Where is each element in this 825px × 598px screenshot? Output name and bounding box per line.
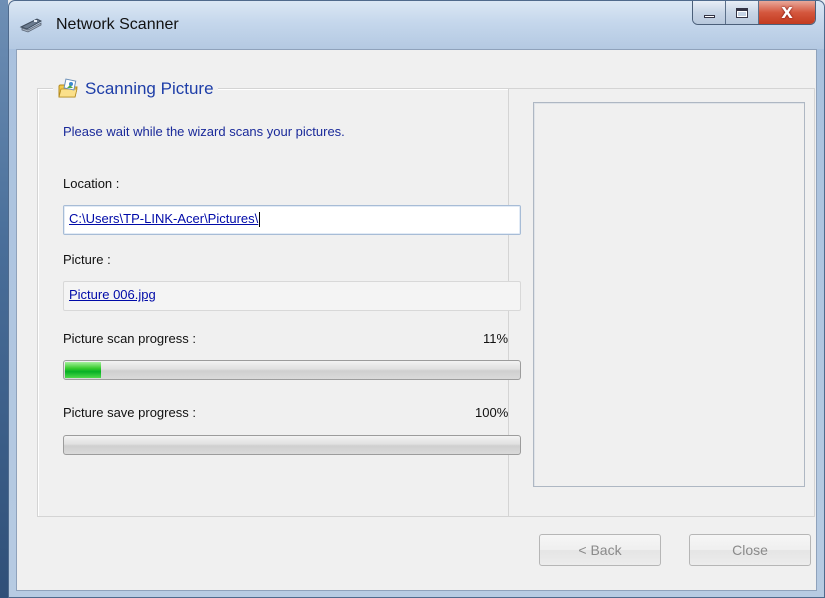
save-progress-percent: 100% [475, 405, 509, 420]
picture-label: Picture : [63, 252, 111, 267]
scan-progress-bar [63, 360, 521, 380]
maximize-button[interactable] [726, 1, 759, 24]
window-title: Network Scanner [56, 16, 179, 33]
save-progress-bar [63, 435, 521, 455]
maximize-icon [736, 7, 748, 18]
scan-progress-percent: 11% [483, 331, 509, 346]
picture-preview-pane [533, 102, 805, 487]
wizard-client-area: Scanning Picture Please wait while the w… [16, 49, 817, 591]
desktop-background [0, 0, 8, 598]
section-header: Scanning Picture [53, 78, 218, 100]
text-caret [259, 212, 261, 228]
scan-progress-fill [65, 362, 101, 378]
close-icon: X [781, 3, 793, 22]
section-title: Scanning Picture [85, 79, 214, 98]
folder-picture-icon [58, 78, 78, 98]
minimize-icon [703, 15, 715, 18]
save-progress-label: Picture save progress : [63, 405, 196, 420]
location-label: Location : [63, 176, 120, 191]
instruction-text: Please wait while the wizard scans your … [63, 124, 345, 139]
close-button[interactable]: Close [689, 534, 811, 566]
scan-progress-label: Picture scan progress : [63, 331, 196, 346]
caption-buttons: X [692, 1, 816, 25]
location-field[interactable]: C:\Users\TP-LINK-Acer\Pictures\ [63, 205, 521, 235]
picture-filename[interactable]: Picture 006.jpg [69, 287, 156, 302]
minimize-button[interactable] [693, 1, 726, 24]
close-window-button[interactable]: X [759, 1, 815, 24]
scanner-icon [19, 18, 43, 33]
title-bar[interactable]: Network Scanner X [9, 1, 824, 49]
picture-field: Picture 006.jpg [63, 281, 521, 311]
back-button[interactable]: < Back [539, 534, 661, 566]
network-scanner-window: Network Scanner X Scanning Picture Pleas… [8, 0, 825, 598]
location-path[interactable]: C:\Users\TP-LINK-Acer\Pictures\ [69, 211, 258, 226]
